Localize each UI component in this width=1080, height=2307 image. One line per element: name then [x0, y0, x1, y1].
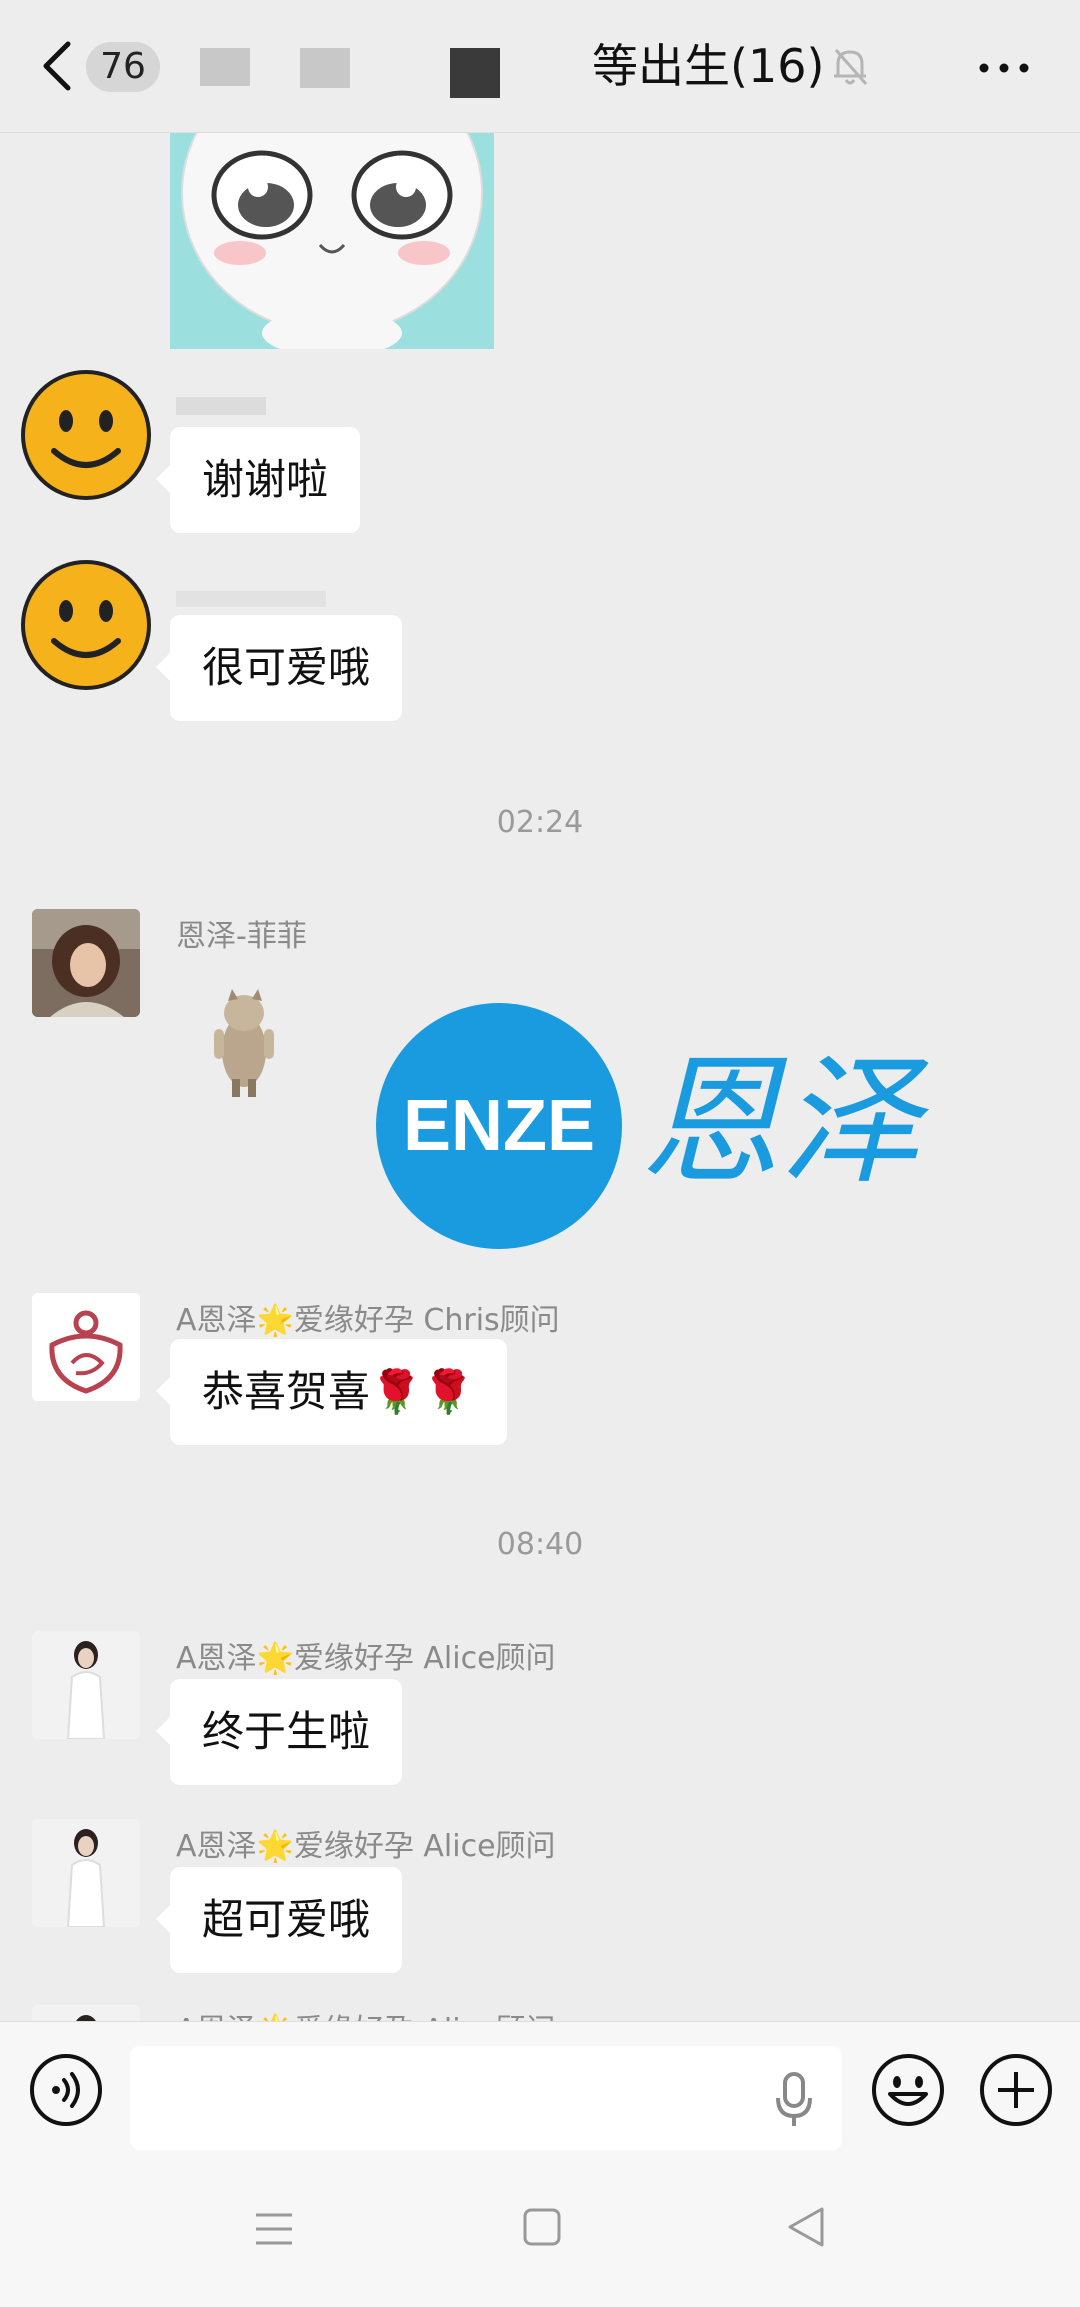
blurred-sender-name: [176, 397, 266, 415]
blurred-title-part: [300, 48, 350, 88]
sender-name: A恩泽🌟爱缘好孕 Alice顾问: [176, 1641, 556, 1676]
enze-logo-circle: ENZE: [376, 1003, 622, 1249]
blurred-sender-name: [176, 591, 326, 607]
enze-brand-text: 恩泽: [640, 1041, 921, 1204]
woman-photo-avatar: [32, 909, 140, 1017]
timestamp: 02:24: [496, 805, 584, 840]
more-options-icon[interactable]: [978, 44, 1030, 92]
sender-avatar-smiley-icon[interactable]: [20, 559, 152, 691]
menu-icon[interactable]: [254, 2209, 294, 2249]
sender-name: A恩泽🌟爱缘好孕 Alice顾问: [176, 1829, 556, 1864]
chat-header: 76 等出生(16): [0, 0, 1080, 133]
avatar[interactable]: [32, 909, 140, 1017]
avatar[interactable]: [32, 1631, 140, 1739]
woman-white-dress-avatar: [32, 2005, 140, 2021]
sender-avatar-smiley-icon[interactable]: [20, 369, 152, 501]
timestamp: 08:40: [496, 1527, 584, 1562]
sender-name: 恩泽-菲菲: [176, 919, 307, 954]
avatar[interactable]: [32, 1293, 140, 1401]
blurred-title-part: [450, 48, 500, 98]
message-bubble[interactable]: 超可爱哦: [155, 1867, 403, 1973]
emoji-icon[interactable]: [870, 2052, 946, 2128]
system-navigation-bar: [0, 2161, 1080, 2307]
avatar[interactable]: [32, 1819, 140, 1927]
message-bubble[interactable]: 很可爱哦: [155, 615, 403, 721]
unread-count-badge[interactable]: 76: [86, 42, 160, 92]
mute-bell-icon: [834, 49, 868, 85]
cat-sticker[interactable]: [200, 989, 290, 1099]
woman-white-dress-avatar: [32, 1819, 140, 1927]
message-list[interactable]: 谢谢啦 很可爱哦 02:24 恩泽-菲菲 ENZE 恩泽 A恩泽🌟爱缘好孕 Ch…: [0, 133, 1080, 2021]
plus-icon[interactable]: [978, 2052, 1054, 2128]
voice-input-icon[interactable]: [28, 2052, 104, 2128]
message-bubble[interactable]: 终于生啦: [155, 1679, 403, 1785]
chat-title: 等出生(16): [592, 39, 825, 93]
sticker-image[interactable]: [170, 133, 494, 349]
microphone-icon[interactable]: [772, 2070, 816, 2130]
woman-white-dress-avatar: [32, 1631, 140, 1739]
message-text-input[interactable]: [130, 2046, 842, 2150]
home-square-icon[interactable]: [522, 2207, 562, 2247]
message-input-bar: [0, 2021, 1080, 2162]
heart-logo-avatar: [32, 1293, 140, 1401]
sender-name: A恩泽🌟爱缘好孕 Alice顾问: [176, 2005, 556, 2021]
enze-logo-text: ENZE: [402, 1086, 596, 1166]
blurred-title-part: [200, 48, 250, 86]
message-bubble[interactable]: 谢谢啦: [155, 427, 361, 533]
cartoon-face-sticker: [170, 133, 494, 349]
avatar[interactable]: [32, 2005, 140, 2021]
sender-name: A恩泽🌟爱缘好孕 Chris顾问: [176, 1303, 560, 1338]
back-triangle-icon[interactable]: [786, 2205, 826, 2249]
message-bubble[interactable]: 恭喜贺喜🌹🌹: [156, 1339, 507, 1445]
back-arrow-icon[interactable]: [38, 38, 78, 94]
